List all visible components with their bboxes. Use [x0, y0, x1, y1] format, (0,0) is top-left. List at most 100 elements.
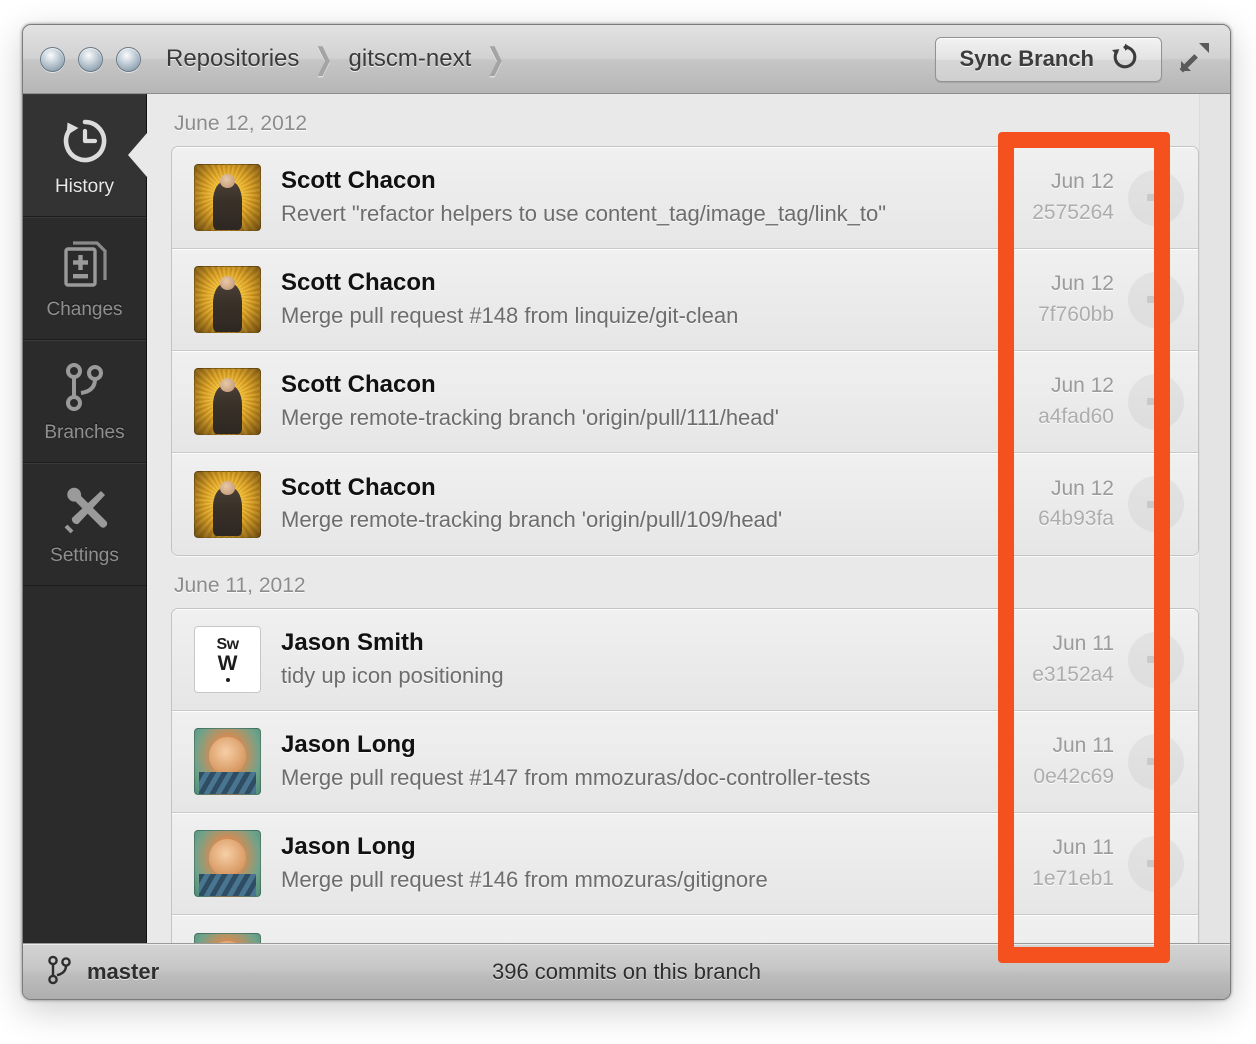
commit-meta-text: Jun 12 a4fad60: [1038, 371, 1114, 432]
commit-text: Scott Chacon Revert "refactor helpers to…: [281, 165, 993, 229]
commit-row[interactable]: Scott Chacon Merge remote-tracking branc…: [172, 351, 1198, 453]
dots-glyph: [1147, 656, 1165, 663]
zoom-button[interactable]: [116, 46, 141, 72]
commit-sha: 2575264: [1032, 200, 1114, 224]
breadcrumb-item-repo[interactable]: gitscm-next: [349, 45, 472, 73]
sidebar-item-label: Settings: [50, 544, 119, 566]
more-options-icon[interactable]: [1128, 373, 1184, 430]
more-options-icon[interactable]: [1128, 631, 1184, 688]
commit-row[interactable]: [172, 915, 1198, 943]
list-scrollbar-gutter[interactable]: [1199, 94, 1230, 943]
file-changes-icon: [57, 236, 113, 292]
commit-row[interactable]: Scott Chacon Revert "refactor helpers to…: [172, 147, 1198, 249]
commit-group: Scott Chacon Revert "refactor helpers to…: [171, 146, 1199, 556]
commit-meta-text: Jun 12 64b93fa: [1038, 474, 1114, 535]
commit-row[interactable]: Jason Long Merge pull request #146 from …: [172, 813, 1198, 915]
breadcrumb: Repositories ❯ gitscm-next ❯: [166, 42, 520, 77]
close-button[interactable]: [40, 46, 65, 72]
fullscreen-button[interactable]: [1174, 36, 1216, 83]
sidebar-item-label: Branches: [44, 421, 125, 443]
commit-metadata: Jun 11 e3152a4: [993, 609, 1198, 710]
sidebar-item-label: Changes: [46, 298, 123, 320]
commit-row[interactable]: Scott Chacon Merge remote-tracking branc…: [172, 453, 1198, 555]
date-group-header: June 12, 2012: [174, 112, 308, 135]
commit-sha: 64b93fa: [1038, 507, 1114, 530]
dots-glyph: [1147, 500, 1165, 508]
sidebar-item-changes[interactable]: Changes: [23, 217, 146, 340]
sidebar-item-history[interactable]: History: [23, 94, 146, 217]
title-bar-actions: Sync Branch: [934, 36, 1217, 83]
commit-message: tidy up icon positioning: [281, 662, 504, 688]
commit-message: Merge remote-tracking branch 'origin/pul…: [281, 507, 783, 533]
history-clock-icon: [57, 113, 113, 169]
commit-metadata: Jun 11 0e42c69: [993, 711, 1198, 812]
title-bar: Repositories ❯ gitscm-next ❯ Sync Branch: [23, 25, 1230, 94]
dots-glyph: [1147, 758, 1165, 765]
more-options-icon[interactable]: [1128, 733, 1184, 790]
commit-metadata: Jun 12 7f760bb: [993, 249, 1198, 350]
avatar: [194, 932, 261, 943]
commit-group: Sw W Jason Smith tidy up icon positionin…: [171, 608, 1199, 943]
avatar: [194, 368, 261, 435]
commit-sha: e3152a4: [1032, 662, 1114, 686]
sidebar-item-label: History: [54, 175, 115, 197]
application-window: Repositories ❯ gitscm-next ❯ Sync Branch: [22, 24, 1231, 1000]
breadcrumb-item-repositories[interactable]: Repositories: [166, 45, 299, 73]
commit-sha: 7f760bb: [1038, 302, 1114, 326]
more-options-icon[interactable]: [1128, 271, 1184, 328]
sidebar-item-settings[interactable]: Settings: [23, 463, 146, 586]
commit-row[interactable]: Scott Chacon Merge pull request #148 fro…: [172, 249, 1198, 351]
minimize-button[interactable]: [78, 46, 103, 72]
commit-metadata: Jun 11 1e71eb1: [993, 813, 1198, 914]
refresh-icon: [1111, 43, 1139, 76]
branch-fork-icon: [57, 359, 113, 415]
commit-metadata: Jun 12 2575264: [993, 147, 1198, 248]
avatar: [194, 728, 261, 795]
sidebar-item-branches[interactable]: Branches: [23, 340, 146, 463]
chevron-right-icon: ❯: [486, 42, 506, 76]
window-body: History Changes Branches Settings June 1…: [23, 94, 1230, 943]
commit-metadata: Jun 12 64b93fa: [993, 453, 1198, 555]
commit-metadata: [993, 915, 1198, 943]
dots-glyph: [1147, 296, 1165, 303]
sync-branch-label: Sync Branch: [959, 46, 1095, 71]
commit-text: Scott Chacon Merge remote-tracking branc…: [281, 472, 993, 536]
avatar-text-top: Sw: [216, 635, 239, 653]
avatar-dot: [225, 678, 230, 683]
commit-count-label: 396 commits on this branch: [491, 959, 762, 984]
commit-date: Jun 11: [1052, 632, 1115, 656]
commit-author: Scott Chacon: [281, 269, 436, 297]
sidebar: History Changes Branches Settings: [23, 94, 147, 943]
commit-text: Jason Long Merge pull request #146 from …: [281, 831, 993, 895]
commit-message: Revert "refactor helpers to use content_…: [281, 200, 887, 226]
commit-author: Scott Chacon: [281, 473, 436, 501]
commit-message: Merge pull request #147 from mmozuras/do…: [281, 764, 871, 790]
commit-author: Jason Long: [281, 731, 416, 759]
commit-message: Merge remote-tracking branch 'origin/pul…: [281, 404, 779, 430]
commit-author: Scott Chacon: [281, 167, 436, 195]
avatar: [194, 266, 261, 333]
commit-sha: 0e42c69: [1033, 764, 1114, 788]
current-branch-indicator[interactable]: master: [47, 955, 159, 990]
dots-glyph: [1147, 398, 1165, 405]
commit-author: Scott Chacon: [281, 371, 436, 399]
commit-meta-text: Jun 11 e3152a4: [1032, 629, 1114, 690]
commit-date: Jun 12: [1050, 374, 1114, 398]
avatar: [194, 470, 261, 538]
commit-meta-text: Jun 11 0e42c69: [1033, 731, 1114, 792]
more-options-icon[interactable]: [1128, 835, 1184, 892]
window-controls: [40, 46, 141, 72]
more-options-icon[interactable]: [1128, 476, 1184, 532]
commit-row[interactable]: Sw W Jason Smith tidy up icon positionin…: [172, 609, 1198, 711]
sync-branch-button[interactable]: Sync Branch: [934, 36, 1162, 82]
commit-text: Jason Long Merge pull request #147 from …: [281, 729, 993, 793]
commit-message: Merge pull request #148 from linquize/gi…: [281, 302, 739, 328]
commit-text: Jason Smith tidy up icon positioning: [281, 627, 993, 691]
more-options-icon[interactable]: [1128, 169, 1184, 226]
commit-date: Jun 11: [1052, 836, 1115, 860]
commit-row[interactable]: Jason Long Merge pull request #147 from …: [172, 711, 1198, 813]
commit-text: Scott Chacon Merge remote-tracking branc…: [281, 369, 993, 433]
commit-text: Scott Chacon Merge pull request #148 fro…: [281, 267, 993, 331]
commit-history-list[interactable]: June 12, 2012 Scott Chacon Revert "refac…: [147, 94, 1230, 943]
commit-meta-text: Jun 11 1e71eb1: [1032, 833, 1114, 894]
